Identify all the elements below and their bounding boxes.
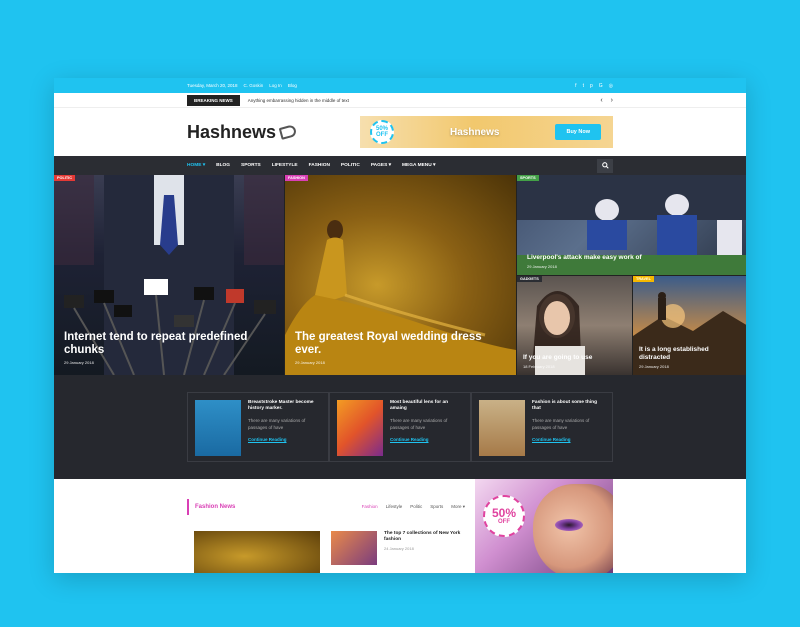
fashion-news-header: Fashion News Fashion Lifestyle Politic Spor… xyxy=(187,499,465,515)
hero-right-column: SPORTS Liverpool's attack make easy work… xyxy=(517,175,746,375)
fashion-tab[interactable]: More ▾ xyxy=(451,504,465,510)
nav-item[interactable]: MEGA MENU ▾ xyxy=(402,163,435,168)
date-text: Tuesday, March 20, 2018 xyxy=(187,83,238,88)
featured-title[interactable]: Fashion is about some thing that xyxy=(532,400,605,412)
featured-excerpt: There are many variations of passages of… xyxy=(248,417,306,431)
ad-off: OFF xyxy=(498,519,510,525)
tag-politic[interactable]: POLITIC xyxy=(54,175,75,181)
logo-text: Hashnews xyxy=(187,121,277,142)
article-date: 24 January 2018 xyxy=(384,546,414,552)
section-title: Fashion News xyxy=(195,504,236,510)
login-link[interactable]: Log In xyxy=(269,83,282,88)
fashion-tab[interactable]: Fashion xyxy=(362,504,378,510)
tag-travel[interactable]: TRAVEL xyxy=(633,276,654,282)
search-icon xyxy=(601,162,609,169)
nav-item[interactable]: FASHION xyxy=(309,163,330,168)
featured-thumb-beach[interactable] xyxy=(479,400,525,456)
hero-date: 29 January 2018 xyxy=(295,360,325,365)
hero-date: 29 January 2018 xyxy=(527,264,557,269)
hero-caption: The greatest Royal wedding dress ever. 2… xyxy=(295,331,506,365)
nav-item[interactable]: PAGES ▾ xyxy=(371,163,391,168)
discount-badge: 50% OFF xyxy=(370,120,394,144)
site-header: Hashnews 50% OFF Hashnews Buy Now xyxy=(54,108,746,156)
featured-strip: Breaststroke Master become history marke… xyxy=(54,375,746,479)
hero-grid: POLITIC Internet tend to repeat predefin… xyxy=(54,175,746,375)
tag-gadgets[interactable]: GADGETS xyxy=(517,276,542,282)
nav-item[interactable]: POLITIC xyxy=(341,163,360,168)
hero-caption: If you are going to use 18 February 2018 xyxy=(523,354,622,369)
next-arrow-icon[interactable]: › xyxy=(611,97,613,104)
social-links: f t p G ◎ xyxy=(575,83,613,89)
featured-excerpt: There are many variations of passages of… xyxy=(532,417,590,431)
breaking-news-bar: BREAKING NEWS Anything embarrassing hidd… xyxy=(54,93,746,108)
fashion-tab[interactable]: Lifestyle xyxy=(386,504,403,510)
website-frame: Tuesday, March 20, 2018 C. Goskin Log In… xyxy=(54,78,746,573)
hero-caption: Internet tend to repeat predefined chunk… xyxy=(64,331,274,365)
featured-item[interactable]: Fashion is about some thing that There a… xyxy=(471,392,613,462)
buy-now-button[interactable]: Buy Now xyxy=(555,124,601,140)
prev-arrow-icon[interactable]: ‹ xyxy=(600,97,602,104)
site-logo[interactable]: Hashnews xyxy=(187,121,298,143)
tag-sports[interactable]: SPORTS xyxy=(517,175,539,181)
nav-item[interactable]: BLOG xyxy=(216,163,230,168)
discount-off: OFF xyxy=(376,132,388,138)
instagram-icon[interactable]: ◎ xyxy=(609,83,613,89)
breaking-text[interactable]: Anything embarrassing hidden in the midd… xyxy=(248,98,601,103)
nav-item[interactable]: LIFESTYLE xyxy=(272,163,298,168)
blog-link[interactable]: Blog xyxy=(288,83,297,88)
hero-card-fashion[interactable]: FASHION The greatest Royal wedding dress… xyxy=(285,175,516,375)
search-button[interactable] xyxy=(597,158,613,173)
hero-date: 18 February 2018 xyxy=(523,364,555,369)
hero-title[interactable]: The greatest Royal wedding dress ever. xyxy=(295,331,506,357)
sidebar-ad[interactable]: 50% OFF xyxy=(475,479,613,573)
facebook-icon[interactable]: f xyxy=(575,83,576,89)
featured-thumb-portrait[interactable] xyxy=(337,400,383,456)
nav-item[interactable]: SPORTS xyxy=(241,163,261,168)
fashion-tab[interactable]: Politic xyxy=(410,504,422,510)
continue-reading-link[interactable]: Continue Reading xyxy=(248,437,321,442)
hero-card-sports[interactable]: SPORTS Liverpool's attack make easy work… xyxy=(517,175,746,275)
hero-caption: It is a long established distracted 29 J… xyxy=(639,346,738,369)
fashion-news-article: The top 7 collections of New York fashio… xyxy=(384,531,468,551)
fashion-news-main-image[interactable] xyxy=(194,531,320,573)
breaking-label: BREAKING NEWS xyxy=(187,94,240,106)
location-text: C. Goskin xyxy=(243,83,264,88)
ad-eye-makeup xyxy=(555,519,583,531)
ad-discount-badge: 50% OFF xyxy=(483,495,525,537)
featured-item[interactable]: Breaststroke Master become history marke… xyxy=(187,392,329,462)
featured-excerpt: There are many variations of passages of… xyxy=(390,417,448,431)
pinterest-icon[interactable]: p xyxy=(590,83,593,89)
nav-item[interactable]: HOME ▾ xyxy=(187,163,205,168)
featured-item[interactable]: Most beautiful lens for an amaing There … xyxy=(329,392,471,462)
hero-title[interactable]: If you are going to use xyxy=(523,354,622,361)
tag-fashion[interactable]: FASHION xyxy=(285,175,308,181)
ad-percent: 50% xyxy=(491,506,517,520)
fashion-tab[interactable]: Sports xyxy=(430,504,443,510)
megaphone-icon xyxy=(278,124,298,140)
hero-title[interactable]: It is a long established distracted xyxy=(639,346,738,361)
googleplus-icon[interactable]: G xyxy=(599,83,603,89)
twitter-icon[interactable]: t xyxy=(583,83,584,89)
hero-title[interactable]: Internet tend to repeat predefined chunk… xyxy=(64,331,274,357)
main-nav: HOME ▾ BLOG SPORTS LIFESTYLE FASHION POLITIC P… xyxy=(54,156,746,175)
featured-title[interactable]: Most beautiful lens for an amaing xyxy=(390,400,463,412)
header-ad-banner[interactable]: 50% OFF Hashnews Buy Now xyxy=(360,116,613,148)
hero-card-travel[interactable]: TRAVEL It is a long established distract… xyxy=(633,276,746,375)
hero-card-gadgets[interactable]: GADGETS If you are going to use 18 Febru… xyxy=(517,276,632,375)
hero-date: 29 January 2018 xyxy=(64,360,94,365)
top-bar: Tuesday, March 20, 2018 C. Goskin Log In… xyxy=(54,78,746,93)
lower-section: Fashion News Fashion Lifestyle Politic Spor… xyxy=(54,479,746,573)
featured-thumb-swimmer[interactable] xyxy=(195,400,241,456)
featured-title[interactable]: Breaststroke Master become history marke… xyxy=(248,400,321,412)
hero-caption: Liverpool's attack make easy work of 29 … xyxy=(527,254,738,269)
hero-bottom-row: GADGETS If you are going to use 18 Febru… xyxy=(517,276,746,375)
continue-reading-link[interactable]: Continue Reading xyxy=(532,437,605,442)
continue-reading-link[interactable]: Continue Reading xyxy=(390,437,463,442)
banner-brand: Hashnews xyxy=(450,126,500,138)
article-title[interactable]: The top 7 collections of New York fashio… xyxy=(384,531,468,543)
hero-card-politic[interactable]: POLITIC Internet tend to repeat predefin… xyxy=(54,175,284,375)
hero-title[interactable]: Liverpool's attack make easy work of xyxy=(527,254,738,261)
fashion-news-thumb[interactable] xyxy=(331,531,377,565)
hero-date: 29 January 2018 xyxy=(639,364,669,369)
